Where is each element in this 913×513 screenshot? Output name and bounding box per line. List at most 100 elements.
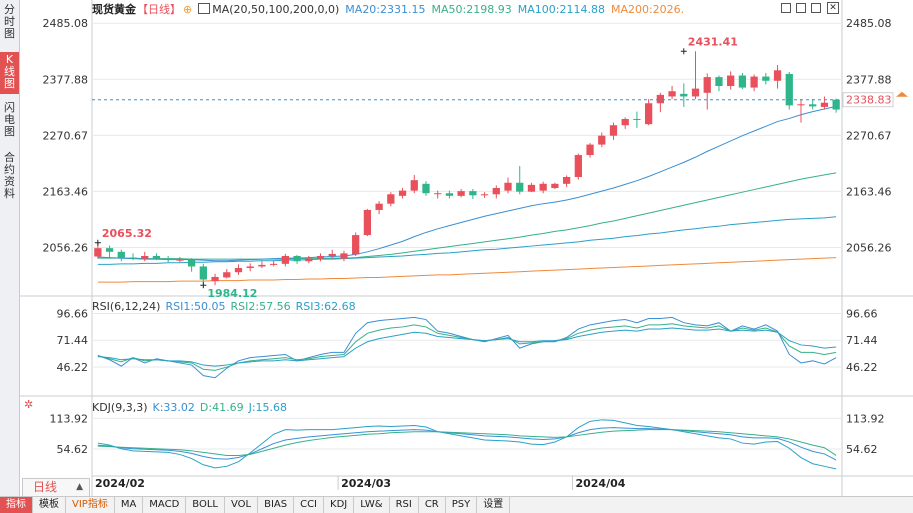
indicator-tab-8[interactable]: CCI: [294, 497, 325, 513]
rsi-tick-label-left: 96.66: [57, 308, 89, 321]
candle-body: [234, 268, 243, 273]
candle-body: [668, 91, 676, 97]
indicator-tab-2[interactable]: VIP指标: [66, 497, 115, 513]
period-selector-button[interactable]: 日线 ▲: [22, 478, 90, 497]
kdj-tick-label-right: 54.62: [846, 443, 878, 456]
rsi-tick-label-right: 46.22: [846, 361, 878, 374]
rsi-line-rsi3: [97, 327, 837, 367]
time-tick-label: 2024/04: [575, 477, 625, 490]
candle-body: [176, 259, 184, 261]
candle-body: [340, 253, 348, 259]
candle-body: [703, 77, 711, 93]
candle-body: [809, 104, 817, 107]
candle-body: [715, 77, 723, 86]
price-tick-label-left: 2056.26: [43, 241, 89, 254]
chart-canvas[interactable]: 2485.08 2485.08 2377.88 2377.88 2270.67 2270.…: [0, 0, 913, 496]
candle-body: [164, 258, 172, 260]
candle-body: [621, 118, 629, 126]
candle-body: [527, 184, 536, 192]
candle-body: [785, 73, 793, 106]
candle-body: [586, 144, 594, 156]
price-marker-arrow: [896, 91, 908, 97]
indicator-tab-14[interactable]: 设置: [477, 497, 511, 513]
candle-body: [492, 188, 500, 195]
price-tick-label-right: 2056.26: [846, 241, 892, 254]
candle-body: [199, 266, 207, 280]
candle-body: [633, 118, 641, 120]
candle-body: [457, 191, 465, 196]
ma20-line: [97, 105, 837, 262]
candle-body: [152, 256, 161, 259]
extreme-label: 2065.32: [102, 227, 152, 240]
indicator-tab-0[interactable]: 指标: [0, 497, 33, 513]
candle-body: [410, 180, 418, 191]
extreme-label: 2431.41: [688, 35, 738, 48]
candle-body: [516, 182, 524, 192]
indicator-tab-12[interactable]: CR: [419, 497, 446, 513]
candle-body: [539, 183, 547, 191]
candle-body: [680, 93, 688, 97]
ma100-line: [97, 216, 837, 265]
rsi-tick-label-right: 96.66: [846, 308, 878, 321]
candle-body: [656, 94, 664, 104]
candle-body: [141, 256, 149, 259]
chevron-up-icon: ▲: [76, 482, 83, 492]
price-tick-label-right: 2270.67: [846, 129, 892, 142]
candle-body: [105, 248, 114, 252]
candle-body: [316, 256, 325, 259]
indicator-tab-10[interactable]: LW&: [354, 497, 390, 513]
price-tick-label-left: 2163.46: [43, 185, 89, 198]
indicator-tab-4[interactable]: MACD: [143, 497, 187, 513]
indicator-tab-13[interactable]: PSY: [446, 497, 478, 513]
candle-body: [750, 76, 758, 88]
kdj-tick-label-right: 113.92: [846, 412, 885, 425]
candle-body: [445, 193, 454, 196]
price-tick-label-left: 2377.88: [43, 73, 89, 86]
period-selector-label: 日线: [33, 480, 58, 494]
indicator-tab-11[interactable]: RSI: [390, 497, 419, 513]
candle-body: [398, 190, 407, 196]
candle-body: [504, 182, 512, 191]
kdj-line-j: [97, 419, 837, 470]
price-tick-label-left: 2270.67: [43, 129, 89, 142]
candle-body: [305, 258, 313, 262]
candle-body: [387, 194, 395, 204]
extreme-label: 1984.12: [207, 287, 257, 300]
candle-body: [375, 203, 383, 210]
candle-body: [223, 272, 231, 278]
candle-body: [773, 70, 782, 81]
indicator-tab-7[interactable]: BIAS: [258, 497, 295, 513]
candle-body: [832, 99, 840, 110]
candle-body: [609, 125, 618, 136]
candle-body: [270, 263, 278, 265]
candle-body: [187, 259, 196, 267]
candle-body: [551, 183, 559, 188]
candle-body: [574, 155, 582, 178]
candle-body: [117, 251, 125, 258]
indicator-tab-3[interactable]: MA: [115, 497, 144, 513]
candle-body: [480, 194, 489, 196]
candle-body: [246, 266, 254, 269]
price-tick-label-left: 2485.08: [43, 17, 89, 30]
candle-body: [352, 235, 360, 255]
candle-body: [820, 102, 829, 107]
price-tick-label-right: 2377.88: [846, 73, 892, 86]
indicator-tab-bar: 指标 模板 VIP指标 MA MACD BOLL VOL BIAS CCI KDJ LW& RSI CR…: [0, 496, 913, 513]
candle-body: [363, 209, 372, 236]
current-price-label: 2338.83: [846, 94, 892, 107]
rsi-line-rsi2: [97, 323, 837, 371]
rsi-tick-label-left: 46.22: [57, 361, 89, 374]
price-tick-label-right: 2485.08: [846, 17, 892, 30]
price-tick-label-right: 2163.46: [846, 185, 892, 198]
indicator-tab-9[interactable]: KDJ: [324, 497, 355, 513]
candle-body: [258, 264, 266, 267]
kdj-tick-label-left: 113.92: [50, 412, 89, 425]
ma200-line: [97, 257, 837, 283]
candle-body: [211, 276, 219, 282]
indicator-tab-1[interactable]: 模板: [33, 497, 66, 513]
indicator-tab-5[interactable]: BOLL: [186, 497, 225, 513]
rsi-tick-label-right: 71.44: [846, 334, 878, 347]
indicator-tab-6[interactable]: VOL: [225, 497, 259, 513]
ma50-line: [97, 172, 837, 260]
candle-body: [727, 75, 735, 86]
